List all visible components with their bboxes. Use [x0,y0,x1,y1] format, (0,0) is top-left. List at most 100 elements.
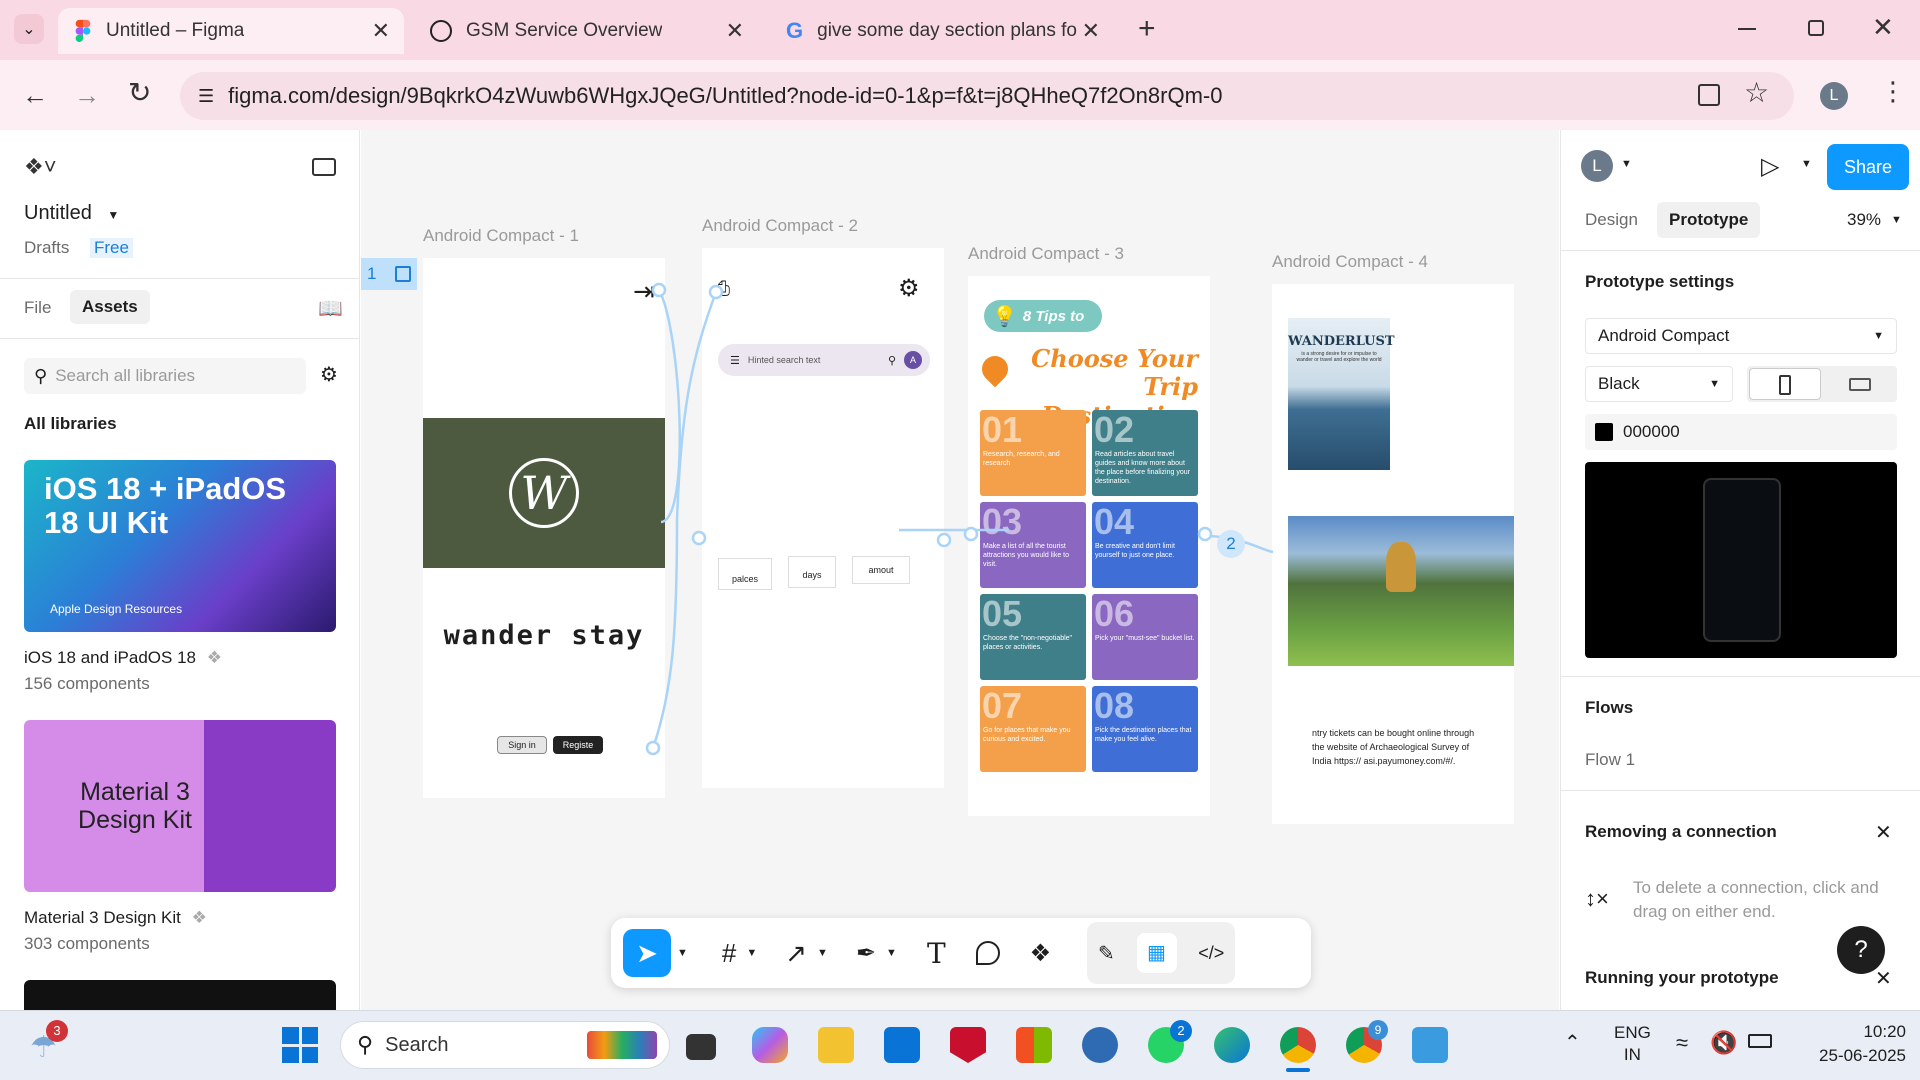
close-tab-icon[interactable]: ✕ [1082,18,1100,44]
zoom-level[interactable]: 39% [1847,210,1881,230]
chevron-down-icon: ▼ [1873,330,1884,342]
task-view-icon[interactable] [686,1034,716,1060]
move-tool-icon[interactable]: ➤ [623,929,671,977]
chevron-down-icon[interactable]: ▼ [1891,214,1902,226]
site-info-icon[interactable]: ☰ [198,86,214,107]
section-title: Flows [1585,698,1634,717]
section-title: Prototype settings [1585,272,1735,291]
orientation-toggle [1747,366,1897,402]
arrow-tool-icon[interactable]: ↗ [785,938,807,969]
back-arrow-icon[interactable]: ← [22,80,48,111]
portrait-icon[interactable] [1749,368,1821,400]
chevron-down-icon[interactable]: ▼ [677,947,688,959]
restore-icon[interactable] [1808,20,1824,36]
library-search-field[interactable]: ⚲ Search all libraries [24,358,306,394]
figma-main-menu-icon[interactable]: ❖˅ [24,154,57,180]
frame-tool-icon[interactable]: # [722,938,736,969]
library-name-text: iOS 18 and iPadOS 18 [24,648,197,667]
panel-toggle-icon[interactable] [312,158,336,176]
design-mode-icon[interactable]: ▦ [1136,933,1177,973]
dev-mode-icon[interactable]: </> [1198,943,1224,964]
show-hidden-icons[interactable]: ⌃ [1564,1030,1581,1055]
tab-prototype[interactable]: Prototype [1657,202,1761,238]
filter-settings-icon[interactable]: ⚙ [320,362,338,387]
chevron-down-icon[interactable]: ▼ [817,947,828,959]
library-cover-next[interactable] [24,980,336,1010]
landscape-icon[interactable] [1849,378,1871,391]
side-panel-icon[interactable] [1698,84,1720,106]
taskbar-search[interactable]: ⚲ Search [340,1021,670,1069]
bookmark-star-icon[interactable]: ☆ [1744,76,1769,109]
device-select[interactable]: Android Compact ▼ [1585,318,1897,354]
divider [0,338,360,339]
tab-google-search[interactable]: G give some day section plans for ✕ [768,8,1114,54]
tab-file[interactable]: File [24,298,51,318]
close-tab-icon[interactable]: ✕ [372,18,390,44]
components-tool-icon[interactable]: ❖ [1030,939,1052,968]
myhp-icon[interactable] [884,1027,920,1063]
edge-icon[interactable] [1214,1027,1250,1063]
forward-arrow-icon[interactable]: → [74,80,100,111]
close-tab-icon[interactable]: ✕ [726,18,744,44]
close-window-icon[interactable]: ✕ [1872,12,1894,43]
library-cover-ios[interactable]: iOS 18 + iPadOS 18 UI Kit Apple Design R… [24,460,336,632]
prototype-connections[interactable] [361,130,1559,1010]
color-model-value: Black [1598,374,1640,393]
plan-badge[interactable]: Free [90,238,133,258]
library-cover-material[interactable]: Material 3 Design Kit [24,720,336,892]
tab-design[interactable]: Design [1585,210,1638,230]
tab-figma[interactable]: Untitled – Figma ✕ [58,8,404,54]
library-book-icon[interactable]: 📖 [318,296,343,321]
connection-number-badge[interactable]: 2 [1217,530,1245,558]
draw-mode-icon[interactable]: ✎ [1098,941,1115,966]
photos-icon[interactable] [1412,1027,1448,1063]
tab-assets[interactable]: Assets [70,290,150,324]
chrome-icon[interactable] [1280,1027,1316,1063]
file-explorer-icon[interactable] [818,1027,854,1063]
profile-avatar[interactable]: L [1820,82,1848,110]
chevron-down-icon[interactable]: ▼ [886,947,897,959]
tab-search-chevron-icon[interactable]: ⌄ [14,14,44,44]
address-bar[interactable]: ☰ figma.com/design/9BqkrkO4zWuwb6WHgxJQe… [180,72,1794,120]
browser-menu-icon[interactable]: ⋮ [1880,76,1906,107]
minimize-icon[interactable] [1738,28,1756,30]
copilot-icon[interactable] [752,1027,788,1063]
clock[interactable]: 10:20 25-06-2025 [1796,1020,1906,1068]
cover-shape [204,720,336,892]
file-name[interactable]: Untitled ▼ [24,202,119,225]
microsoft-store-icon[interactable] [1016,1027,1052,1063]
figma-canvas[interactable]: 1 Android Compact - 1 ⇥ W wander stay Si… [361,130,1559,1010]
pen-tool-icon[interactable]: ✒ [856,939,876,968]
volume-muted-icon[interactable]: 🔇 [1710,1030,1737,1056]
lang-line-2: IN [1623,1045,1641,1064]
text-tool-icon[interactable]: T [927,937,946,970]
color-swatch[interactable] [1595,423,1613,441]
user-avatar[interactable]: L [1581,150,1613,182]
share-button[interactable]: Share [1827,144,1909,190]
color-model-select[interactable]: Black ▼ [1585,366,1733,402]
hex-value: 000000 [1623,422,1680,441]
math-app-icon[interactable] [1082,1027,1118,1063]
close-running-icon[interactable]: ✕ [1875,966,1892,991]
windows-start-icon[interactable] [282,1027,318,1063]
drafts-link[interactable]: Drafts [24,238,69,258]
tab-gsm-service[interactable]: GSM Service Overview ✕ [412,8,758,54]
reload-icon[interactable]: ↻ [128,76,151,109]
chevron-down-icon[interactable]: ▼ [1801,158,1812,170]
flow-item[interactable]: Flow 1 [1585,750,1635,770]
close-hint-icon[interactable]: ✕ [1875,820,1892,845]
background-color-field[interactable]: 000000 [1585,414,1897,450]
search-icon: ⚲ [357,1032,374,1057]
component-icon: ❖ [191,908,207,927]
chevron-down-icon[interactable]: ▼ [746,947,757,959]
new-tab-plus-icon[interactable]: + [1138,12,1156,46]
language-indicator[interactable]: ENG IN [1614,1022,1651,1066]
present-play-icon[interactable]: ▷ [1761,152,1779,181]
battery-icon[interactable] [1748,1034,1772,1048]
chevron-down-icon[interactable]: ▼ [1621,158,1632,170]
figma-left-panel: ❖˅ Untitled ▼ Drafts Free File Assets 📖 … [0,130,360,1010]
wifi-icon[interactable]: ≈ [1676,1030,1688,1056]
search-placeholder: Search all libraries [55,366,196,385]
search-highlight-icon [587,1031,657,1059]
comment-tool-icon[interactable] [975,941,1000,965]
